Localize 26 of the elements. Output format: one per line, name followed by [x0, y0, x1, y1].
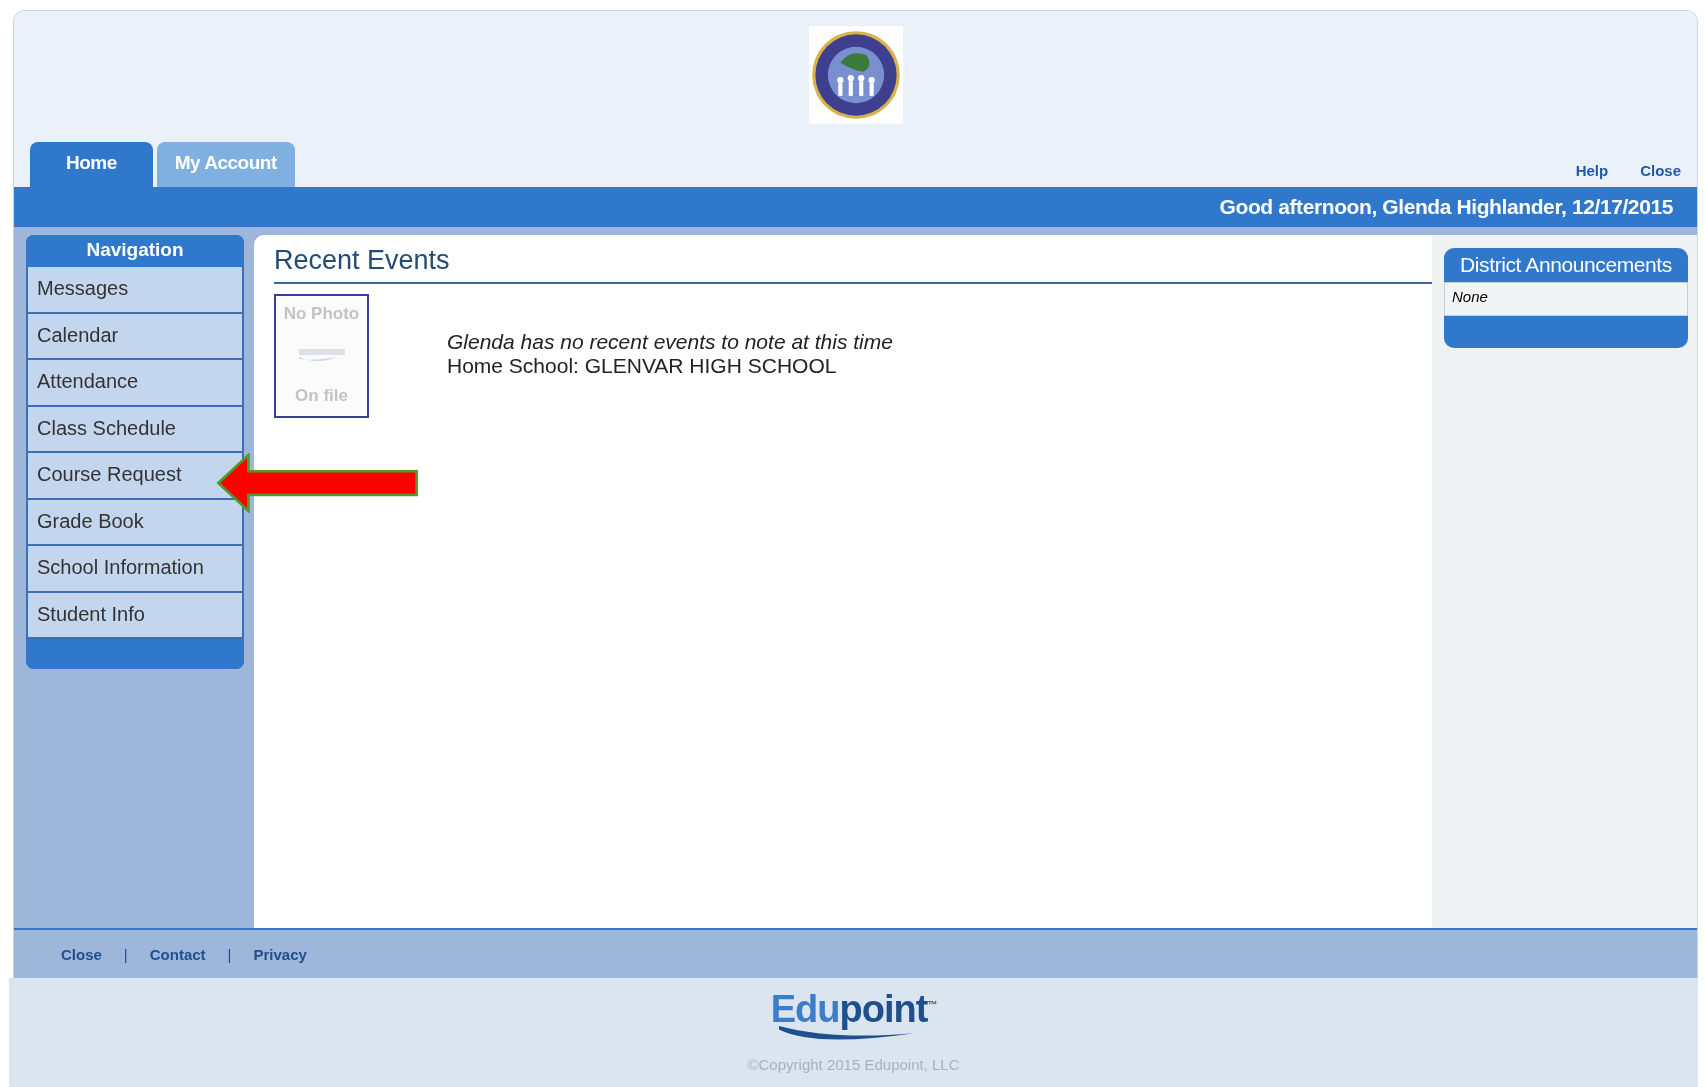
faded-logo-icon [296, 347, 347, 363]
greeting-text: Good afternoon, Glenda Highlander, 12/17/2015 [1219, 195, 1673, 219]
photo-caption: No Photo [283, 304, 360, 324]
header-link[interactable]: Help [1575, 162, 1609, 179]
footer-link[interactable]: Contact [149, 945, 206, 963]
tab[interactable]: Home [30, 142, 153, 187]
footer-link[interactable]: Close [61, 945, 102, 963]
announcements-text: None [1444, 282, 1688, 316]
footer-link[interactable]: Privacy [253, 945, 307, 963]
link-separator: | [227, 945, 232, 963]
photo-caption: On file [295, 386, 348, 406]
nav-item[interactable]: Messages [26, 267, 244, 314]
nav-item[interactable]: Course Request [26, 453, 244, 500]
section-title: Recent Events [274, 245, 1432, 284]
nav-item[interactable]: Attendance [26, 360, 244, 407]
link-separator: | [123, 945, 128, 963]
brand-logo: Edupoint$^{™}$ [770, 988, 937, 1044]
nav-item[interactable]: Class Schedule [26, 406, 244, 453]
nav-item[interactable]: Student Info [26, 592, 244, 639]
header-link[interactable]: Close [1640, 162, 1681, 179]
events-message: Glenda has no recent events to note at this time [447, 330, 893, 354]
nav-item[interactable]: School Information [26, 546, 244, 593]
announcements-title: District Announcements [1459, 252, 1673, 278]
nav-item[interactable]: Grade Book [26, 499, 244, 546]
home-school-text: Home School: GLENVAR HIGH SCHOOL [447, 354, 838, 378]
nav-item[interactable]: Calendar [26, 313, 244, 360]
